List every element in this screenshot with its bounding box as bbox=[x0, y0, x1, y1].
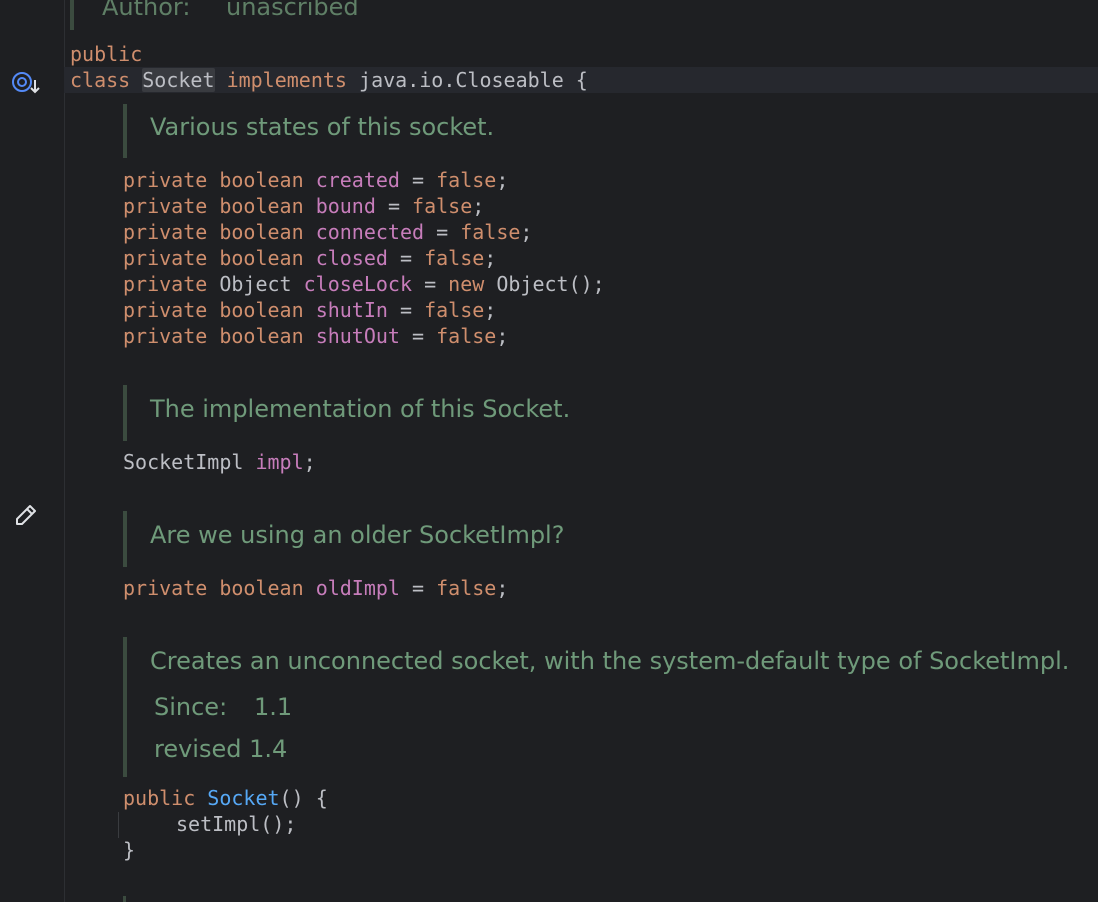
field-name: impl bbox=[255, 450, 304, 474]
field-connected[interactable]: private boolean connected = false; bbox=[123, 219, 532, 245]
interface-name[interactable]: java.io.Closeable bbox=[359, 68, 564, 92]
field-impl[interactable]: SocketImpl impl; bbox=[123, 449, 316, 475]
ctor-doc-text: Creates an unconnected socket, with the … bbox=[150, 647, 1070, 675]
implements-keyword: implements bbox=[226, 68, 347, 92]
operator: = bbox=[424, 272, 437, 296]
field-shutin[interactable]: private boolean shutIn = false; bbox=[123, 297, 496, 323]
field-name: closed bbox=[315, 246, 388, 270]
states-doc-block: Various states of this socket. bbox=[123, 104, 494, 158]
field-closed[interactable]: private boolean closed = false; bbox=[123, 245, 496, 271]
author-doc-block: Author: unascribed bbox=[70, 0, 359, 30]
next-doc-block-edge bbox=[123, 896, 126, 902]
class-name[interactable]: Socket bbox=[142, 68, 215, 92]
gutter-divider bbox=[64, 0, 65, 902]
field-name: closeLock bbox=[303, 272, 413, 296]
type: boolean bbox=[219, 194, 304, 218]
modifier: private bbox=[123, 576, 208, 600]
field-oldimpl[interactable]: private boolean oldImpl = false; bbox=[123, 575, 508, 601]
field-shutout[interactable]: private boolean shutOut = false; bbox=[123, 323, 508, 349]
author-label: Author: bbox=[102, 0, 191, 21]
operator: = bbox=[387, 194, 400, 218]
field-name: connected bbox=[315, 220, 425, 244]
type: boolean bbox=[219, 168, 304, 192]
operator: = bbox=[399, 298, 413, 322]
open-brace: { bbox=[575, 68, 588, 92]
operator: = bbox=[412, 324, 425, 348]
type: boolean bbox=[219, 324, 304, 348]
ctor-declaration-line[interactable]: public Socket() { bbox=[123, 785, 328, 811]
class-modifier-line: public bbox=[70, 41, 142, 67]
field-name: created bbox=[315, 168, 400, 192]
type: boolean bbox=[219, 246, 304, 270]
impl-doc-block: The implementation of this Socket. bbox=[123, 385, 570, 441]
parens: () bbox=[279, 786, 304, 810]
ctor-close-line: } bbox=[123, 837, 135, 863]
type: Object bbox=[219, 272, 292, 296]
value: false bbox=[436, 168, 497, 192]
type: boolean bbox=[219, 298, 304, 322]
type: boolean bbox=[219, 220, 304, 244]
modifier: private bbox=[123, 298, 208, 322]
modifier: private bbox=[123, 324, 208, 348]
implemented-by-icon[interactable] bbox=[10, 70, 42, 102]
type: boolean bbox=[219, 576, 304, 600]
older-impl-doc-block: Are we using an older SocketImpl? bbox=[123, 511, 564, 567]
value: false bbox=[436, 576, 497, 600]
modifier: public bbox=[123, 786, 196, 810]
field-bound[interactable]: private boolean bound = false; bbox=[123, 193, 484, 219]
semicolon: ; bbox=[496, 576, 509, 600]
modifier: private bbox=[123, 220, 208, 244]
operator: = bbox=[412, 576, 425, 600]
semicolon: ; bbox=[496, 168, 509, 192]
value: false bbox=[424, 246, 485, 270]
open-brace: { bbox=[315, 786, 328, 810]
type: SocketImpl bbox=[123, 450, 244, 474]
field-created[interactable]: private boolean created = false; bbox=[123, 167, 508, 193]
operator: = bbox=[412, 168, 425, 192]
class-declaration-line[interactable]: class Socket implements java.io.Closeabl… bbox=[64, 67, 1098, 93]
value: false bbox=[460, 220, 521, 244]
public-keyword: public bbox=[70, 42, 143, 66]
class-keyword: class bbox=[70, 68, 131, 92]
author-value: unascribed bbox=[226, 0, 359, 21]
semicolon: ; bbox=[303, 450, 316, 474]
value: false bbox=[424, 298, 485, 322]
value: Object() bbox=[496, 272, 593, 296]
operator: = bbox=[436, 220, 449, 244]
close-brace: } bbox=[123, 838, 136, 862]
semicolon: ; bbox=[592, 272, 605, 296]
since-value: 1.1 bbox=[254, 693, 293, 721]
revised-text: revised 1.4 bbox=[154, 735, 288, 763]
states-doc-text: Various states of this socket. bbox=[150, 113, 495, 141]
modifier: private bbox=[123, 168, 208, 192]
edit-pencil-icon[interactable] bbox=[12, 502, 40, 534]
value: false bbox=[412, 194, 473, 218]
field-name: oldImpl bbox=[315, 576, 400, 600]
constructor-name[interactable]: Socket bbox=[207, 786, 279, 810]
semicolon: ; bbox=[484, 298, 497, 322]
impl-doc-text: The implementation of this Socket. bbox=[150, 395, 571, 423]
semicolon: ; bbox=[520, 220, 533, 244]
modifier: private bbox=[123, 194, 208, 218]
semicolon: ; bbox=[484, 246, 497, 270]
value: false bbox=[436, 324, 497, 348]
ctor-body-line[interactable]: setImpl(); bbox=[176, 811, 296, 837]
ctor-doc-block: Creates an unconnected socket, with the … bbox=[123, 637, 1069, 777]
since-label: Since: bbox=[154, 693, 228, 721]
indent-guide bbox=[118, 812, 119, 838]
field-name: bound bbox=[315, 194, 376, 218]
field-closelock[interactable]: private Object closeLock = new Object(); bbox=[123, 271, 605, 297]
method-call: setImpl(); bbox=[176, 812, 297, 836]
modifier: private bbox=[123, 272, 208, 296]
semicolon: ; bbox=[496, 324, 509, 348]
field-name: shutOut bbox=[315, 324, 400, 348]
older-impl-doc-text: Are we using an older SocketImpl? bbox=[150, 521, 565, 549]
operator: = bbox=[399, 246, 413, 270]
modifier: private bbox=[123, 246, 208, 270]
semicolon: ; bbox=[472, 194, 485, 218]
new-keyword: new bbox=[448, 272, 485, 296]
field-name: shutIn bbox=[315, 298, 388, 322]
